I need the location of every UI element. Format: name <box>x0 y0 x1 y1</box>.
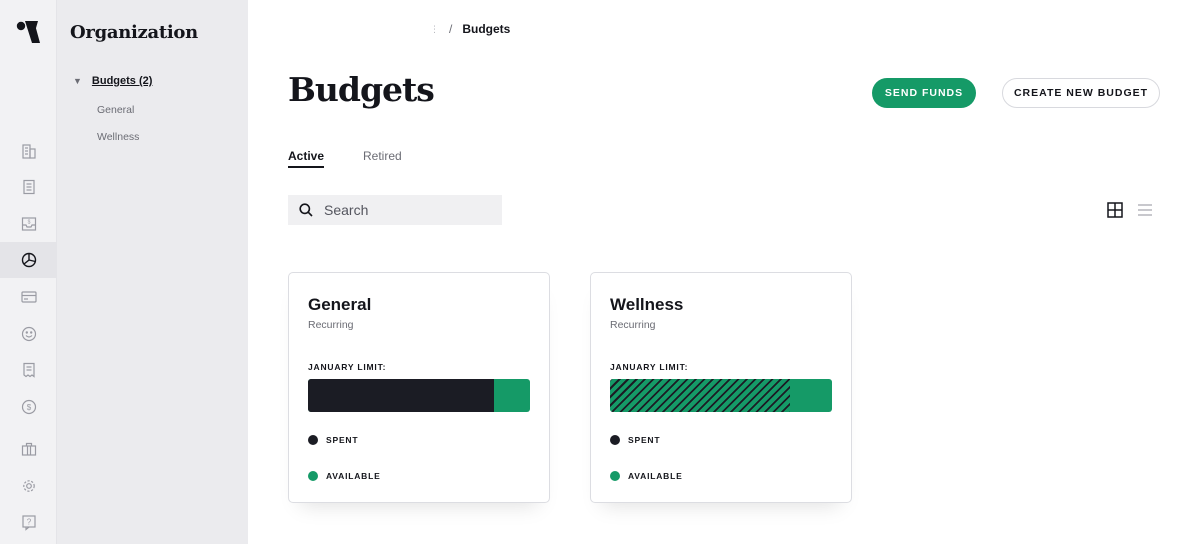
tab-retired[interactable]: Retired <box>363 149 402 166</box>
legend-available-label: AVAILABLE <box>326 471 381 481</box>
briefcase-icon <box>21 442 36 456</box>
breadcrumb-separator: / <box>449 22 453 36</box>
main-content: ⋮ / Budgets Budgets SEND FUNDS CREATE NE… <box>248 0 1200 544</box>
legend-spent: SPENT <box>610 435 660 445</box>
send-funds-button[interactable]: SEND FUNDS <box>872 78 976 108</box>
logo-icon[interactable] <box>14 17 44 47</box>
legend-available: AVAILABLE <box>610 471 683 481</box>
legend-available-label: AVAILABLE <box>628 471 683 481</box>
search-box[interactable] <box>288 195 502 225</box>
rail-item-people[interactable] <box>0 316 57 352</box>
inbox-dollar-icon: $ <box>21 217 36 231</box>
sidebar-item-budgets[interactable]: ▼ Budgets (2) <box>73 75 152 87</box>
rail-item-budgets[interactable] <box>0 242 57 278</box>
org-sidebar: Organization ▼ Budgets (2) General Welln… <box>57 0 248 544</box>
sidebar-item-budgets-label[interactable]: Budgets (2) <box>92 75 153 87</box>
legend-spent-label: SPENT <box>628 435 661 445</box>
rail-item-documents[interactable] <box>0 169 57 205</box>
svg-text:$: $ <box>26 403 31 412</box>
grid-view-icon[interactable] <box>1106 201 1124 219</box>
dollar-circle-icon: $ <box>21 399 36 415</box>
budget-card-limit-label: JANUARY LIMIT: <box>308 362 387 372</box>
credit-card-icon <box>20 291 37 303</box>
budget-progress-spent <box>308 379 495 412</box>
budget-card-title: Wellness <box>610 295 684 314</box>
caret-down-icon[interactable]: ▼ <box>73 76 82 86</box>
receipt-icon <box>22 362 35 378</box>
breadcrumb-current: Budgets <box>462 22 511 36</box>
gear-icon <box>22 480 35 492</box>
search-input[interactable] <box>324 202 484 218</box>
svg-text:?: ? <box>26 518 31 527</box>
rail-item-organization[interactable] <box>0 133 57 169</box>
page-title: Budgets <box>288 70 435 109</box>
breadcrumb-dots-icon: ⋮ <box>430 23 439 34</box>
rail-item-cards[interactable] <box>0 279 57 315</box>
legend-spent: SPENT <box>308 435 358 445</box>
document-icon <box>22 179 35 195</box>
sidebar-item-wellness[interactable]: Wellness <box>97 131 139 143</box>
org-title: Organization <box>70 22 198 43</box>
sidebar-item-general[interactable]: General <box>97 104 134 116</box>
create-new-budget-button[interactable]: CREATE NEW BUDGET <box>1002 78 1160 108</box>
pie-chart-icon <box>21 252 36 268</box>
rail-item-help[interactable]: ? <box>0 504 57 540</box>
smiley-icon <box>21 326 36 342</box>
available-swatch-icon <box>308 471 318 481</box>
icon-rail: $ $ ? <box>0 0 57 544</box>
budget-progress-bar <box>308 379 530 412</box>
budget-card-limit-label: JANUARY LIMIT: <box>610 362 689 372</box>
budget-card-frequency: Recurring <box>610 319 656 331</box>
budget-card-general[interactable]: General Recurring JANUARY LIMIT: SPENT A… <box>288 272 550 503</box>
svg-text:$: $ <box>27 220 30 226</box>
budget-progress-bar <box>610 379 832 412</box>
available-swatch-icon <box>610 471 620 481</box>
rail-item-receipts[interactable] <box>0 352 57 388</box>
legend-spent-label: SPENT <box>326 435 359 445</box>
help-icon: ? <box>21 515 36 531</box>
spent-swatch-icon <box>308 435 318 445</box>
rail-item-reimbursements[interactable]: $ <box>0 389 57 425</box>
list-view-icon[interactable] <box>1136 201 1154 219</box>
rail-item-settings[interactable] <box>0 468 57 504</box>
building-icon <box>21 144 36 159</box>
budget-card-title: General <box>308 295 372 314</box>
breadcrumb: ⋮ / Budgets <box>430 22 510 36</box>
search-icon <box>299 203 313 217</box>
rail-item-inbox[interactable]: $ <box>0 206 57 242</box>
budget-card-frequency: Recurring <box>308 319 354 331</box>
rail-item-benefits[interactable] <box>0 431 57 467</box>
budget-progress-spent <box>610 379 790 412</box>
tab-active[interactable]: Active <box>288 149 325 168</box>
spent-swatch-icon <box>610 435 620 445</box>
budget-card-wellness[interactable]: Wellness Recurring JANUARY LIMIT: SPENT … <box>590 272 852 503</box>
legend-available: AVAILABLE <box>308 471 381 481</box>
